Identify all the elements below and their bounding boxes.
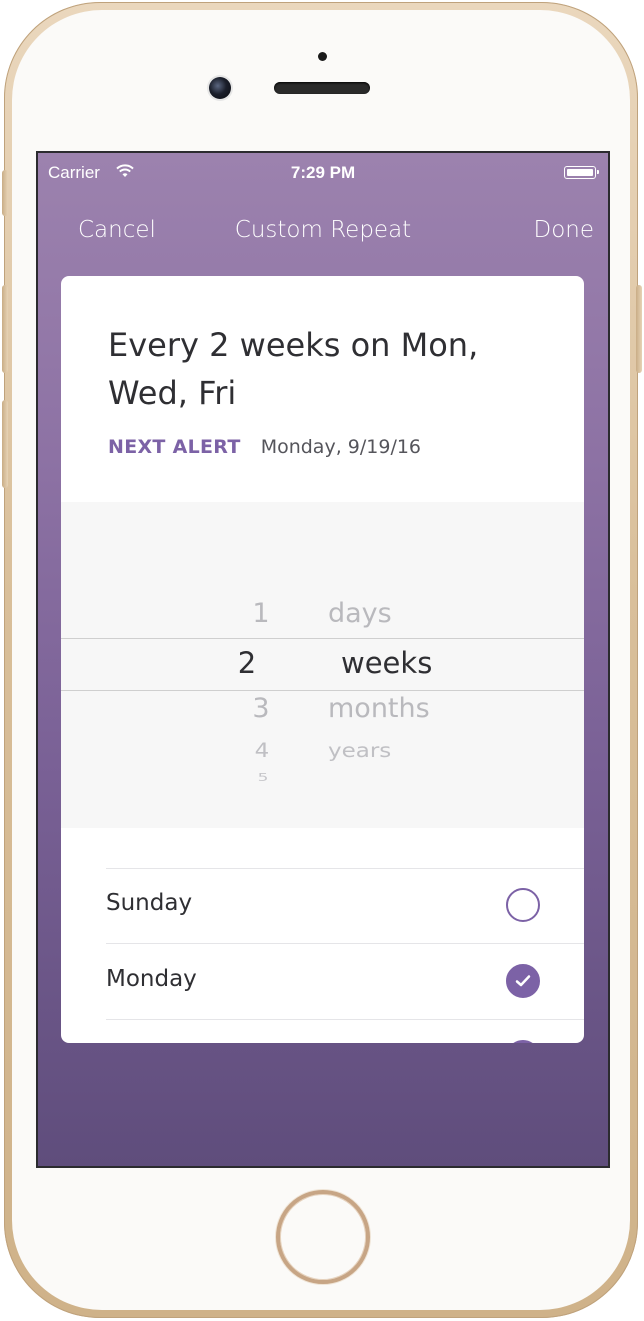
screen: Carrier 7:29 PM Cancel Custom Repeat Don… [36,151,610,1168]
next-alert-label: NEXT ALERT [108,436,241,458]
volume-down-button [2,400,8,488]
picker-number[interactable]: 1 [241,598,281,629]
picker-row[interactable]: 5 [61,768,584,808]
next-alert-value: Monday, 9/19/16 [260,436,422,458]
picker-row[interactable]: 1 days [61,598,584,638]
proximity-sensor [318,52,327,61]
repeat-card: Every 2 weeks on Mon, Wed, Fri NEXT ALER… [61,276,584,1043]
earpiece-speaker [274,82,370,94]
checkmark-icon[interactable] [506,964,540,998]
status-bar: Carrier 7:29 PM [38,153,608,193]
picker-row-selected[interactable]: 2 weeks [61,646,584,686]
clock: 7:29 PM [290,163,356,182]
picker-unit[interactable]: days [328,598,392,629]
weekday-label: Sunday [106,890,193,916]
picker-number[interactable]: 4 [242,740,282,762]
picker-number[interactable]: 5 [243,772,283,784]
interval-picker[interactable]: 1 days 2 weeks 3 months 4 years 5 [61,502,584,828]
mute-switch [2,170,8,216]
battery-icon [564,166,599,179]
summary-line-1: Every 2 weeks on Mon, [108,326,479,364]
picker-selection-top [61,638,584,639]
done-button[interactable]: Done [533,217,594,243]
checkmark-icon[interactable] [506,1040,540,1043]
picker-row[interactable]: 3 months [61,693,584,733]
weekday-row[interactable]: Sunday [106,868,584,943]
picker-unit-selected[interactable]: weeks [341,646,432,680]
power-button [636,285,642,373]
unchecked-circle-icon[interactable] [506,888,540,922]
front-camera [209,77,231,99]
picker-unit[interactable]: months [328,693,430,724]
page-title: Custom Repeat [234,217,412,243]
weekday-row-partial[interactable] [106,1020,584,1043]
home-button[interactable] [276,1190,370,1284]
picker-unit[interactable]: years [328,740,391,762]
weekday-label: Monday [106,966,197,992]
next-alert: NEXT ALERT Monday, 9/19/16 [108,436,421,458]
volume-up-button [2,285,8,373]
summary-line-2: Wed, Fri [108,374,237,412]
weekday-row[interactable]: Monday [106,944,584,1019]
navigation-bar: Cancel Custom Repeat Done [38,211,608,251]
repeat-summary: Every 2 weeks on Mon, Wed, Fri [108,321,548,417]
picker-number-selected[interactable]: 2 [227,646,267,680]
picker-number[interactable]: 3 [241,693,281,724]
picker-selection-bottom [61,690,584,691]
